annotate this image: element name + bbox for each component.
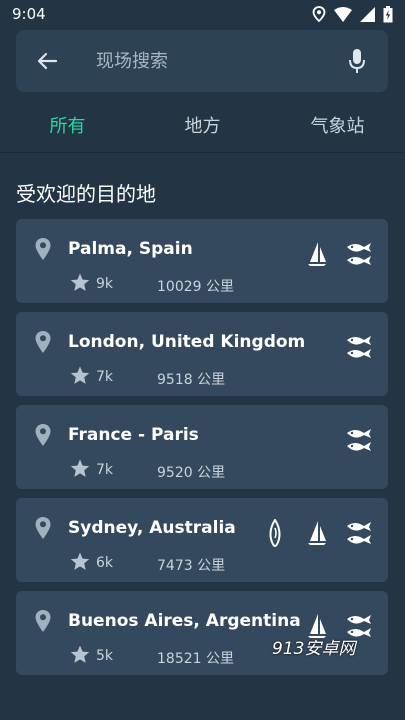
destination-card[interactable]: Buenos Aires, Argentina 5k 18521 公里 [16,591,388,675]
back-arrow-icon[interactable] [16,30,78,92]
signal-icon [360,6,375,22]
tab-all[interactable]: 所有 [0,98,135,152]
destination-distance: 18521 公里 [157,651,234,667]
location-pin-icon [34,609,52,637]
activity-icons [344,332,374,362]
destination-card[interactable]: France - Paris 7k 9520 公里 [16,405,388,489]
status-bar: 9:04 [0,0,405,28]
wifi-icon [334,6,352,22]
destination-distance: 7473 公里 [157,558,226,574]
destination-distance: 10029 公里 [157,279,234,295]
activity-icons [260,518,374,548]
search-input[interactable] [78,41,326,81]
microphone-icon[interactable] [326,30,388,92]
sailing-icon [302,239,332,269]
destination-name: Sydney, Australia [68,518,236,538]
fishing-icon [344,425,374,455]
tab-places[interactable]: 地方 [135,98,270,152]
star-icon [70,273,90,296]
destination-distance: 9518 公里 [157,372,226,388]
star-icon [70,366,90,389]
battery-icon [383,5,393,22]
destination-card[interactable]: Palma, Spain 9k 10029 公里 [16,219,388,303]
activity-icons [302,239,374,269]
destination-name: Palma, Spain [68,239,193,259]
star-icon [70,645,90,668]
destination-name: France - Paris [68,425,199,445]
search-bar [16,30,388,92]
destination-rating: 9k [96,276,114,292]
destination-name: London, United Kingdom [68,332,306,352]
status-time: 9:04 [12,5,46,23]
destination-rating: 6k [96,555,114,571]
star-icon [70,459,90,482]
fishing-icon [344,332,374,362]
surfing-icon [260,518,290,548]
destination-card[interactable]: London, United Kingdom 7k 9518 公里 [16,312,388,396]
section-title: 受欢迎的目的地 [16,182,156,206]
location-pin-icon [34,516,52,544]
location-pin-icon [34,237,52,265]
destination-name: Buenos Aires, Argentina [68,611,301,631]
location-pin-icon [34,423,52,451]
filter-tabs: 所有 地方 气象站 [0,98,405,153]
activity-icons [344,425,374,455]
destination-list: Palma, Spain 9k 10029 公里 London, United … [16,219,388,684]
status-icons [312,5,393,23]
watermark: 913安卓网 [272,639,356,659]
star-icon [70,552,90,575]
fishing-icon [344,518,374,548]
destination-card[interactable]: Sydney, Australia 6k 7473 公里 [16,498,388,582]
location-icon [312,6,326,22]
destination-rating: 7k [96,369,114,385]
location-pin-icon [34,330,52,358]
destination-rating: 5k [96,648,114,664]
sailing-icon [302,518,332,548]
fishing-icon [344,239,374,269]
destination-distance: 9520 公里 [157,465,226,481]
destination-rating: 7k [96,462,114,478]
tab-weather-stations[interactable]: 气象站 [270,98,405,152]
